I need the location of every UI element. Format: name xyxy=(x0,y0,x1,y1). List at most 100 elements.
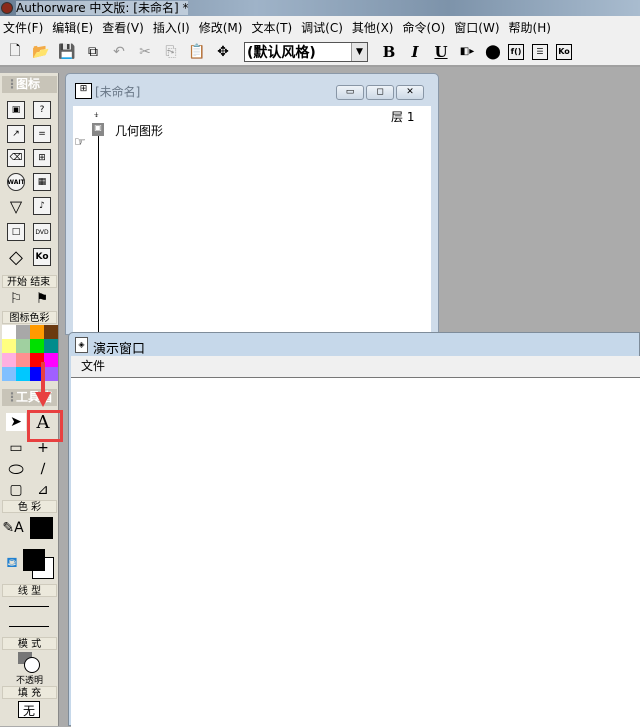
window-title: Authorware 中文版: [未命名] * xyxy=(16,1,189,15)
sound-icon[interactable]: ♪ xyxy=(33,197,51,215)
presentation-menu-file[interactable]: 文件 xyxy=(81,359,105,373)
paste-hand-icon: ☞ xyxy=(74,135,86,150)
polygon-tool-icon[interactable]: ⊿ xyxy=(33,481,53,499)
rectangle-tool-icon[interactable]: ▭ xyxy=(6,439,26,457)
decision-icon[interactable]: ◇ xyxy=(7,247,25,268)
erase-icon[interactable]: ⌫ xyxy=(7,149,25,167)
style-select[interactable]: (默认风格) ▼ xyxy=(244,41,368,62)
digital-movie-icon[interactable]: ▦ xyxy=(33,173,51,191)
framework-icon[interactable]: □ xyxy=(7,223,25,241)
variables-icon[interactable]: ☰ xyxy=(532,43,548,60)
presentation-canvas[interactable] xyxy=(71,378,640,727)
presentation-menu-bar: 文件 xyxy=(71,356,640,378)
map-icon[interactable]: ⊞ xyxy=(33,149,51,167)
display-icon[interactable]: ▣ xyxy=(7,101,25,119)
end-label: 结束 xyxy=(30,277,51,288)
undo-icon[interactable]: ↶ xyxy=(108,42,130,62)
icon-label[interactable]: 几何图形 xyxy=(115,122,163,139)
pointer-tool-icon[interactable]: ➤ xyxy=(6,413,26,431)
icon-color-swatch[interactable] xyxy=(2,339,16,353)
menu-debug[interactable]: 调试(C) xyxy=(298,19,349,36)
cut-icon[interactable]: ✂ xyxy=(134,42,156,62)
icon-palette-title: 图标 xyxy=(2,76,57,93)
icon-color-swatch[interactable] xyxy=(44,339,58,353)
line-style-label: 线 型 xyxy=(2,584,57,597)
menu-window[interactable]: 窗口(W) xyxy=(451,19,505,36)
menu-file[interactable]: 文件(F) xyxy=(0,19,49,36)
find-icon[interactable]: ✥ xyxy=(212,42,234,62)
icon-color-swatch[interactable] xyxy=(30,339,44,353)
italic-button[interactable]: I xyxy=(404,43,426,61)
import-icon[interactable]: ⧉ xyxy=(82,42,104,62)
motion-icon[interactable]: ↗ xyxy=(7,125,25,143)
diagonal-line-tool-icon[interactable]: ∕ xyxy=(33,460,53,478)
interaction-icon[interactable]: ? xyxy=(33,101,51,119)
presentation-window: ◈ 演示窗口 文件 xyxy=(68,332,640,727)
menu-edit[interactable]: 编辑(E) xyxy=(49,19,99,36)
style-value: (默认风格) xyxy=(247,44,316,61)
menu-text[interactable]: 文本(T) xyxy=(248,19,298,36)
bold-button[interactable]: B xyxy=(378,43,400,61)
app-logo-icon xyxy=(1,2,13,14)
start-end-label: 开始 结束 xyxy=(2,275,57,288)
ellipse-tool-icon[interactable]: ⬭ xyxy=(6,459,26,480)
level-indicator: 层 1 xyxy=(391,110,415,124)
menu-modify[interactable]: 修改(M) xyxy=(196,19,249,36)
dvd-icon[interactable]: DVD xyxy=(33,223,51,241)
menu-command[interactable]: 命令(O) xyxy=(399,19,451,36)
end-flag-icon[interactable]: ⚑ xyxy=(32,290,52,308)
rounded-rect-tool-icon[interactable]: ▢ xyxy=(6,481,26,499)
icon-color-swatch[interactable] xyxy=(2,353,16,367)
open-icon[interactable]: 📂 xyxy=(30,42,52,62)
icon-color-swatch[interactable] xyxy=(2,367,16,381)
save-all-icon[interactable]: 💾 xyxy=(56,42,78,62)
run-icon[interactable]: ◧▸ xyxy=(456,42,478,62)
control-panel-icon[interactable]: ⬤ xyxy=(482,42,504,62)
line-color-swatch[interactable] xyxy=(30,517,53,539)
fill-select[interactable]: 无 xyxy=(18,701,40,718)
icon-color-swatch[interactable] xyxy=(16,353,30,367)
presentation-window-icon: ◈ xyxy=(75,337,88,353)
menu-other[interactable]: 其他(X) xyxy=(349,19,400,36)
start-flag-icon[interactable]: ⚐ xyxy=(6,290,26,308)
map-window-icon: ⊞ xyxy=(75,83,92,99)
knowledge-object-icon[interactable]: Ko xyxy=(33,248,51,266)
pencil-text-color-icon[interactable]: ✎A xyxy=(2,519,23,537)
menu-help[interactable]: 帮助(H) xyxy=(506,19,557,36)
knowledge-objects-icon[interactable]: Ko xyxy=(556,43,572,60)
title-bar: Authorware 中文版: [未命名] * xyxy=(0,0,640,16)
icon-color-swatch[interactable] xyxy=(16,325,30,339)
icon-color-swatch[interactable] xyxy=(44,325,58,339)
toolbar: 🗋 📂 💾 ⧉ ↶ ✂ ⎘ 📋 ✥ (默认风格) ▼ B I U ◧▸ ⬤ f()… xyxy=(0,38,640,67)
mode-label: 模 式 xyxy=(2,637,57,650)
flowline-canvas[interactable]: ⍖ ▣ 几何图形 层 1 ☞ xyxy=(73,106,431,336)
start-label: 开始 xyxy=(7,277,27,288)
menu-insert[interactable]: 插入(I) xyxy=(150,19,196,36)
new-icon[interactable]: 🗋 xyxy=(4,42,26,62)
menu-view[interactable]: 查看(V) xyxy=(99,19,150,36)
maximize-button[interactable]: ◻ xyxy=(366,85,394,100)
color-label: 色 彩 xyxy=(2,500,57,513)
line-style-thin[interactable] xyxy=(9,606,49,607)
paint-bucket-icon[interactable]: ⛾ xyxy=(2,555,22,573)
functions-icon[interactable]: f() xyxy=(508,43,524,60)
foreground-color-swatch[interactable] xyxy=(23,549,45,571)
wait-icon[interactable]: WAIT xyxy=(7,173,25,191)
close-button[interactable]: ✕ xyxy=(396,85,424,100)
paste-icon[interactable]: 📋 xyxy=(186,42,208,62)
flowline-title: [未命名] xyxy=(95,85,141,99)
display-icon-node[interactable]: ▣ xyxy=(92,123,104,136)
mode-circle-icon xyxy=(24,657,40,673)
annotation-arrow-icon xyxy=(35,362,51,407)
icon-color-swatch[interactable] xyxy=(2,325,16,339)
underline-button[interactable]: U xyxy=(430,43,452,61)
icon-color-swatch[interactable] xyxy=(16,339,30,353)
calculation-icon[interactable]: = xyxy=(33,125,51,143)
icon-color-swatch[interactable] xyxy=(16,367,30,381)
navigate-icon[interactable]: ▽ xyxy=(7,197,25,216)
line-style-arrow[interactable] xyxy=(9,626,49,627)
minimize-button[interactable]: ▭ xyxy=(336,85,364,100)
icon-color-swatch[interactable] xyxy=(30,325,44,339)
flowline-window: ⊞ [未命名] ▭ ◻ ✕ ⍖ ▣ 几何图形 层 1 ☞ xyxy=(65,73,439,336)
copy-icon[interactable]: ⎘ xyxy=(160,42,182,62)
